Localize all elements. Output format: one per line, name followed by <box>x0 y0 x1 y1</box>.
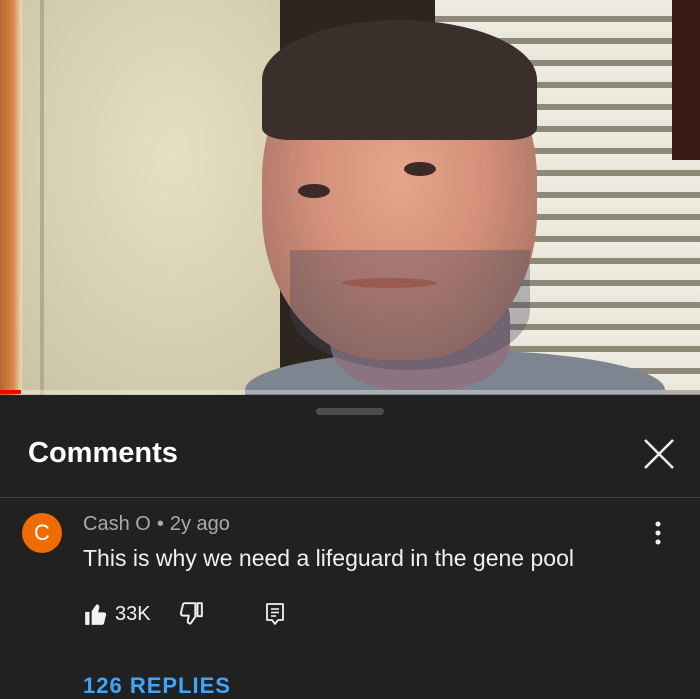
sheet-divider <box>0 497 700 498</box>
video-person-eye-right <box>404 162 436 176</box>
more-options-button[interactable] <box>645 519 671 547</box>
comments-title: Comments <box>28 437 178 469</box>
thumbs-up-icon <box>85 604 107 625</box>
thumbs-down-icon <box>179 602 203 625</box>
more-vert-icon <box>655 521 661 545</box>
like-button[interactable]: 33K <box>83 598 151 630</box>
video-progress-track[interactable] <box>0 390 700 394</box>
avatar[interactable]: C <box>22 513 62 553</box>
meta-separator: • <box>156 513 164 535</box>
video-person-eye-left <box>298 184 330 198</box>
video-person-mouth <box>342 278 437 288</box>
close-button[interactable] <box>640 435 678 473</box>
video-person-beard <box>290 250 530 370</box>
comments-sheet: Comments C Cash O • 2y ago This is why w… <box>0 395 700 698</box>
like-count: 33K <box>115 602 151 625</box>
dislike-button[interactable] <box>178 598 204 630</box>
sheet-drag-handle[interactable] <box>316 408 384 415</box>
video-door-trim <box>40 0 44 395</box>
comment-author[interactable]: Cash O <box>83 513 151 536</box>
comment-meta: Cash O • 2y ago <box>83 513 230 536</box>
video-person-hair <box>262 20 537 140</box>
video-player[interactable] <box>0 0 700 395</box>
close-icon <box>644 439 674 469</box>
video-curtain <box>672 0 700 160</box>
video-progress-fill <box>0 390 21 394</box>
comment-time: 2y ago <box>169 513 230 535</box>
view-replies-link[interactable]: 126 REPLIES <box>83 673 231 699</box>
comment-text: This is why we need a lifeguard in the g… <box>83 545 574 571</box>
reply-button[interactable] <box>263 598 287 630</box>
reply-comment-icon <box>266 603 284 625</box>
video-door-frame <box>0 0 22 395</box>
